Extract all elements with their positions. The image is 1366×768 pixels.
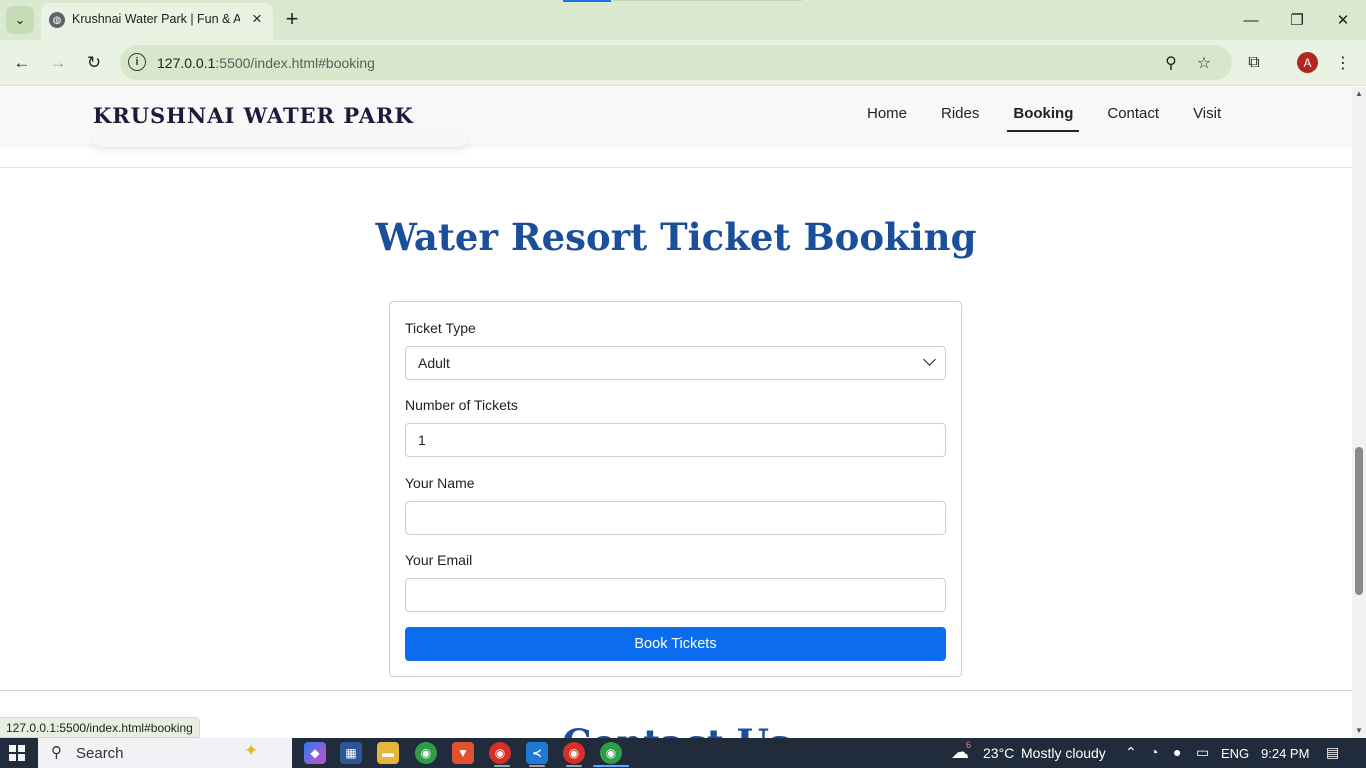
name-input[interactable] <box>405 501 946 535</box>
vscode-icon[interactable]: ≺ <box>526 742 548 764</box>
section-divider-bottom <box>0 690 1352 691</box>
battery-icon[interactable]: ▭ <box>1196 744 1209 761</box>
page-scrollbar[interactable]: ▲ ▼ <box>1352 87 1366 738</box>
restore-icon[interactable]: ❐ <box>1285 8 1309 32</box>
weather-desc[interactable]: Mostly cloudy <box>1021 745 1106 761</box>
weather-temp[interactable]: 23°C <box>983 745 1014 761</box>
scroll-down-arrow-icon[interactable]: ▼ <box>1354 726 1364 736</box>
contact-section-title: Contact Us <box>0 721 1352 738</box>
forward-arrow-icon[interactable]: → <box>45 50 71 76</box>
zoom-magnifier-icon[interactable]: ⚲ <box>1159 51 1183 75</box>
microphone-icon[interactable]: ● <box>1173 744 1181 760</box>
running-indicator <box>494 765 510 767</box>
book-tickets-button[interactable]: Book Tickets <box>405 627 946 661</box>
ticket-type-value: Adult <box>418 355 450 371</box>
site-nav: Home Rides Booking Contact Visit <box>854 87 1242 145</box>
nav-contact[interactable]: Contact <box>1094 87 1172 145</box>
url-text[interactable]: 127.0.0.1:5500/index.html#booking <box>157 55 375 71</box>
copilot-app-icon[interactable]: ◆ <box>304 742 326 764</box>
windows-taskbar: ⚲ Search ✦ ◆ ▦ ▬ ◉ ▼ ◉ ≺ ◉ ◉ ☁ 6 23°C Mo… <box>0 738 1366 768</box>
num-tickets-label: Number of Tickets <box>405 397 518 413</box>
minimize-icon[interactable]: — <box>1239 8 1263 32</box>
notification-icon[interactable]: ▤ <box>1326 744 1339 761</box>
tab-title: Krushnai Water Park | Fun & Adventure <box>72 12 240 26</box>
bookmark-star-icon[interactable]: ☆ <box>1192 51 1216 75</box>
chrome-active-icon[interactable]: ◉ <box>600 742 622 764</box>
running-indicator <box>566 765 582 767</box>
tab-search-chevron-icon[interactable]: ⌄ <box>6 6 34 34</box>
active-app-indicator <box>593 765 629 767</box>
globe-icon: ◍ <box>49 12 65 28</box>
ticket-type-select[interactable]: Adult <box>405 346 946 380</box>
ticket-type-label: Ticket Type <box>405 320 476 336</box>
browser-toolbar: ← → ↻ i 127.0.0.1:5500/index.html#bookin… <box>0 40 1366 86</box>
back-arrow-icon[interactable]: ← <box>9 50 35 76</box>
booking-form: Ticket Type Adult Number of Tickets 1 Yo… <box>389 301 962 677</box>
profile-avatar[interactable]: A <box>1297 52 1318 73</box>
site-brand[interactable]: KRUSHNAI WATER PARK <box>93 103 414 128</box>
clock-time[interactable]: 9:24 PM <box>1261 746 1309 761</box>
window-close-icon[interactable]: ✕ <box>1331 8 1355 32</box>
num-tickets-input[interactable]: 1 <box>405 423 946 457</box>
new-tab-plus-icon[interactable]: + <box>280 6 304 31</box>
section-divider <box>0 167 1352 168</box>
browser-tab-bar: ⌄ ◍ Krushnai Water Park | Fun & Adventur… <box>0 0 1366 40</box>
brave-icon[interactable]: ▼ <box>452 742 474 764</box>
tab-strip-highlight <box>612 0 802 1</box>
scroll-thumb[interactable] <box>1355 447 1363 595</box>
chevron-down-icon <box>923 353 936 366</box>
chrome-profile-icon[interactable]: ◉ <box>489 742 511 764</box>
weather-badge: 6 <box>966 740 972 750</box>
wifi-icon[interactable]: ◔ <box>1150 744 1158 760</box>
language-indicator[interactable]: ENG <box>1221 746 1249 761</box>
email-input[interactable] <box>405 578 946 612</box>
booking-title: Water Resort Ticket Booking <box>375 215 977 259</box>
link-status-bubble: 127.0.0.1:5500/index.html#booking <box>0 717 200 738</box>
store-app-icon[interactable]: ▦ <box>340 742 362 764</box>
scroll-up-arrow-icon[interactable]: ▲ <box>1354 89 1364 99</box>
nav-visit[interactable]: Visit <box>1180 87 1234 145</box>
running-indicator <box>529 765 545 767</box>
name-label: Your Name <box>405 475 475 491</box>
copilot-sparkle-icon[interactable]: ✦ <box>244 741 258 761</box>
chrome-second-icon[interactable]: ◉ <box>563 742 585 764</box>
file-explorer-icon[interactable]: ▬ <box>377 742 399 764</box>
page-viewport: KRUSHNAI WATER PARK Home Rides Booking C… <box>0 87 1352 738</box>
num-tickets-value: 1 <box>418 432 426 448</box>
reload-icon[interactable]: ↻ <box>81 50 107 76</box>
email-label: Your Email <box>405 552 473 568</box>
taskbar-search-label: Search <box>76 745 124 762</box>
close-tab-icon[interactable]: × <box>247 9 267 29</box>
extensions-puzzle-icon[interactable]: ⧉ <box>1242 51 1266 75</box>
search-icon: ⚲ <box>51 744 62 761</box>
menu-kebab-icon[interactable]: ⋮ <box>1331 51 1355 75</box>
url-host: 127.0.0.1 <box>157 55 216 71</box>
nav-booking[interactable]: Booking <box>1000 87 1086 145</box>
nav-home[interactable]: Home <box>854 87 920 145</box>
previous-section-card-edge <box>92 135 468 147</box>
chevron-up-icon[interactable]: ⌃ <box>1125 744 1137 761</box>
url-path: :5500/index.html#booking <box>215 55 375 71</box>
chrome-icon[interactable]: ◉ <box>415 742 437 764</box>
windows-start-icon[interactable] <box>9 745 25 761</box>
site-info-icon[interactable]: i <box>128 53 146 71</box>
tab-loading-indicator <box>563 0 611 2</box>
nav-rides[interactable]: Rides <box>928 87 992 145</box>
